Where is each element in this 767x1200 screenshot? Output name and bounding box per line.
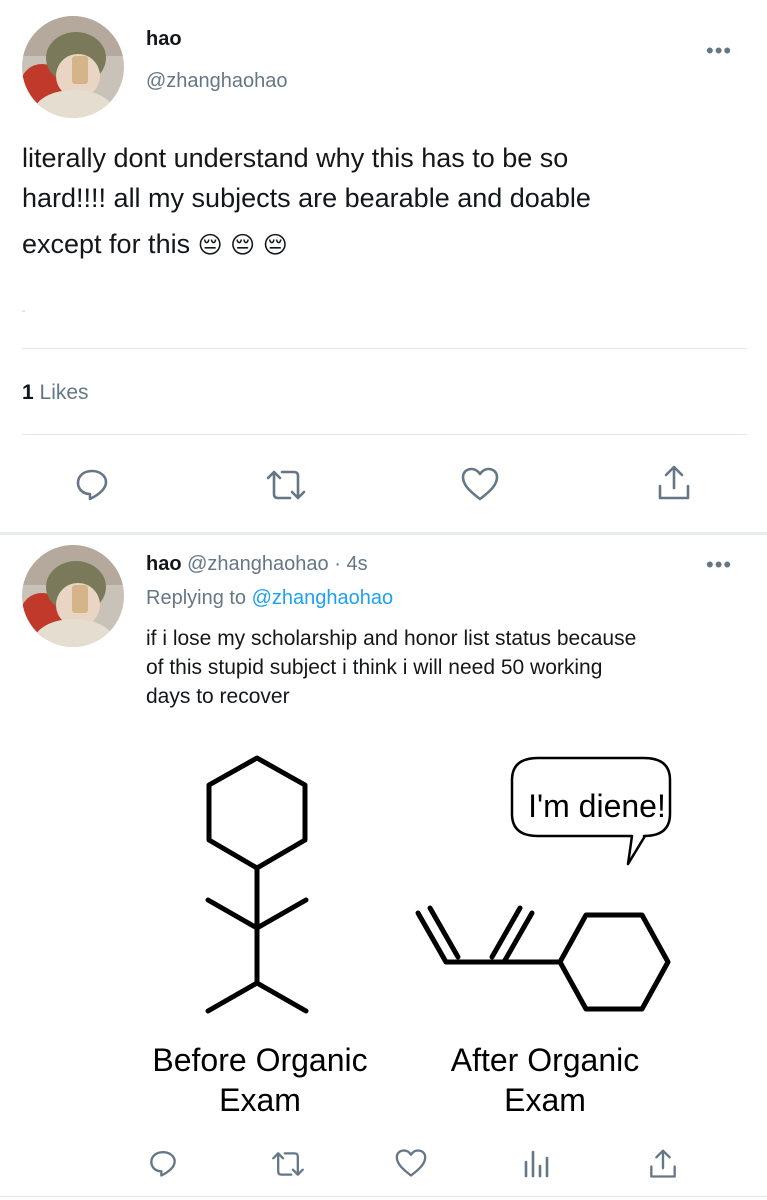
- reply-author-name[interactable]: hao: [146, 553, 182, 575]
- diene-bond: [427, 905, 461, 960]
- author-handle[interactable]: @zhanghaohao: [146, 70, 288, 93]
- tweet-text-span: except for this: [22, 229, 191, 259]
- replying-to-prefix: Replying to: [146, 587, 247, 609]
- reply-text-line: days to recover: [146, 685, 290, 708]
- stray-mark: -: [22, 306, 26, 317]
- diene-bond: [415, 910, 449, 965]
- pensive-emoji: 😔: [262, 232, 288, 259]
- cyclohexane-head: [206, 755, 308, 871]
- meme-image[interactable]: I'm diene! Before Organic Exam After Org…: [120, 728, 720, 1138]
- reply-more-options-icon[interactable]: •••: [706, 554, 732, 576]
- reply-icon: [150, 1151, 176, 1177]
- likes-label: Likes: [39, 381, 89, 404]
- reply-header: hao @zhanghaohao · 4s: [146, 553, 368, 576]
- replying-to: Replying to @zhanghaohao: [146, 587, 393, 610]
- reply-reply-button[interactable]: [148, 1148, 178, 1178]
- reply-share-button[interactable]: [648, 1148, 678, 1180]
- dot-separator: ·: [334, 553, 341, 575]
- diene-bond: [489, 905, 523, 960]
- likes-number: 1: [22, 381, 34, 404]
- before-label: Before Organic Exam: [120, 1040, 400, 1120]
- cyclohexane-ring: [557, 912, 671, 1012]
- pensive-emoji: 😔: [197, 232, 223, 259]
- divider: [22, 348, 747, 349]
- reply-text: if i lose my scholarship and honor list …: [146, 624, 756, 711]
- retweet-icon: [272, 1152, 304, 1176]
- speech-bubble-text: I'm diene!: [528, 788, 666, 824]
- analytics-icon: [524, 1150, 549, 1178]
- after-label-line: Exam: [504, 1082, 586, 1118]
- like-button[interactable]: [460, 466, 500, 502]
- diene-bond: [501, 910, 535, 965]
- avatar-photo: [22, 545, 124, 647]
- avatar[interactable]: [22, 16, 124, 118]
- retweet-icon: [266, 470, 306, 500]
- section-separator: [0, 532, 767, 535]
- after-label-line: After Organic: [450, 1042, 640, 1078]
- avatar-photo: [22, 16, 124, 118]
- stick-arm-right: [254, 897, 309, 931]
- reply-timestamp[interactable]: 4s: [346, 553, 367, 575]
- replying-to-link[interactable]: @zhanghaohao: [252, 587, 394, 609]
- stick-arm-left: [205, 897, 260, 931]
- tweet-text-line: except for this 😔 😔 😔: [22, 224, 752, 266]
- divider: [22, 434, 747, 435]
- stick-leg-right: [254, 980, 309, 1014]
- pensive-emoji: 😔: [230, 232, 256, 259]
- reply-author-handle[interactable]: @zhanghaohao: [187, 553, 329, 575]
- reply-analytics-button[interactable]: [522, 1148, 550, 1178]
- heart-icon: [395, 1149, 427, 1177]
- share-icon: [650, 1149, 676, 1178]
- before-label-line: Exam: [219, 1082, 301, 1118]
- after-label: After Organic Exam: [410, 1040, 680, 1120]
- stick-leg-left: [205, 980, 260, 1014]
- tweet-text-line: literally dont understand why this has t…: [22, 143, 569, 173]
- bottom-divider: [0, 1196, 767, 1197]
- heart-icon: [461, 467, 499, 501]
- before-label-line: Before Organic: [152, 1042, 368, 1078]
- likes-count[interactable]: 1 Likes: [22, 381, 89, 405]
- author-name[interactable]: hao: [146, 28, 182, 51]
- tweet-text: literally dont understand why this has t…: [22, 138, 752, 266]
- share-icon: [658, 465, 690, 500]
- reply-icon: [76, 469, 108, 501]
- reply-retweet-button[interactable]: [270, 1150, 306, 1178]
- reply-button[interactable]: [74, 466, 110, 502]
- share-button[interactable]: [656, 464, 692, 502]
- tweet-text-line: hard!!!! all my subjects are bearable an…: [22, 183, 591, 213]
- reply-text-line: of this stupid subject i think i will ne…: [146, 656, 603, 679]
- reply-like-button[interactable]: [394, 1148, 428, 1178]
- retweet-button[interactable]: [264, 468, 308, 502]
- reply-text-line: if i lose my scholarship and honor list …: [146, 627, 637, 650]
- reply-avatar[interactable]: [22, 545, 124, 647]
- more-options-icon[interactable]: •••: [706, 40, 732, 62]
